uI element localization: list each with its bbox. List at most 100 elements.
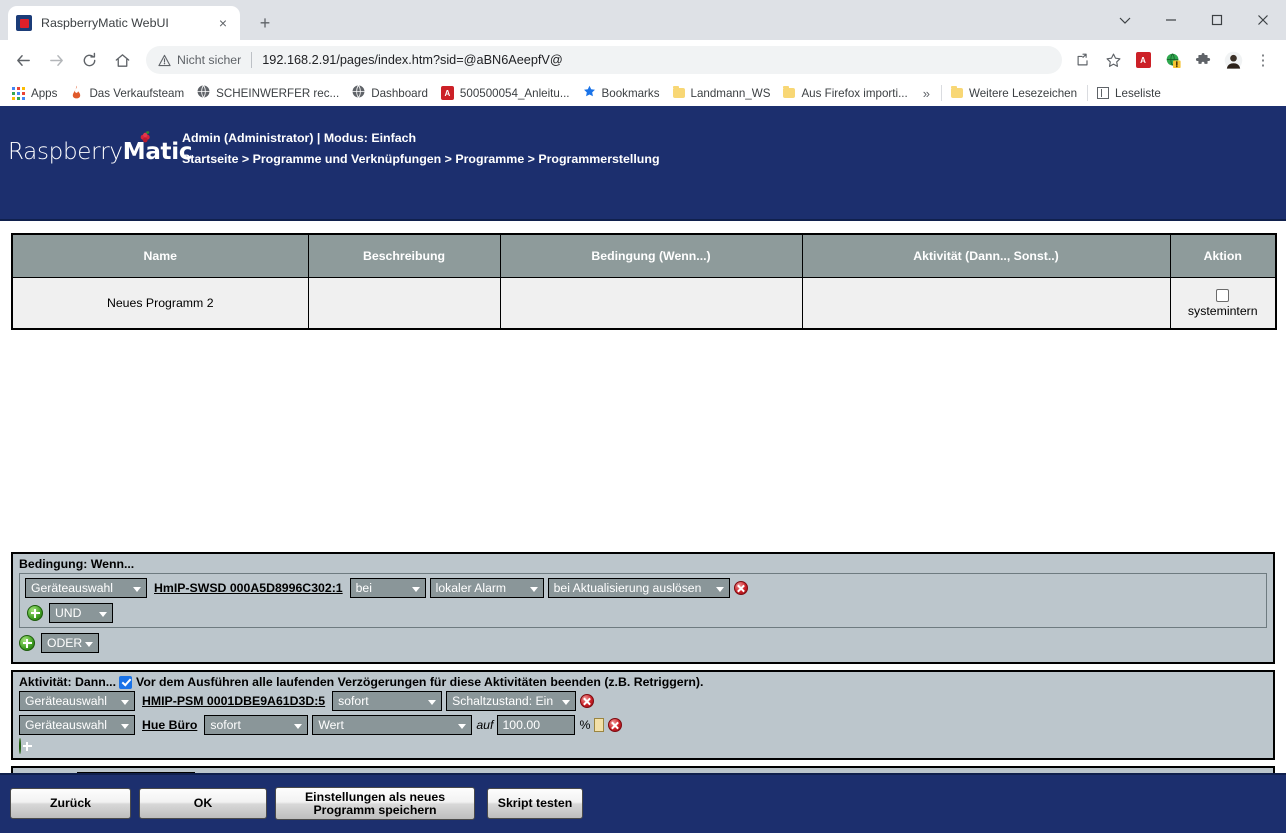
app-header: RaspberryMatic Admin (Administrator) | M…	[0, 106, 1286, 319]
then-value-input[interactable]: 100.00	[497, 715, 576, 735]
condition-channel-select[interactable]: lokaler Alarm	[429, 578, 544, 598]
share-icon[interactable]	[1068, 45, 1098, 75]
pdf-glyph: A	[1135, 52, 1151, 68]
warning-triangle-icon	[158, 54, 171, 67]
bookmark-firefox-import[interactable]: Aus Firefox importi...	[777, 85, 913, 102]
apps-grid-icon	[12, 86, 25, 100]
bookmark-anleitung-pdf[interactable]: A 500500054_Anleitu...	[435, 84, 576, 102]
note-icon[interactable]	[594, 718, 605, 732]
reading-list-icon	[1097, 87, 1110, 99]
bookmark-star-icon[interactable]	[1098, 45, 1128, 75]
bookmark-label: Das Verkaufsteam	[89, 86, 185, 100]
condition-or-select[interactable]: ODER	[41, 633, 99, 653]
minimize-window-icon[interactable]	[1148, 0, 1194, 40]
bookmark-dashboard[interactable]: Dashboard	[346, 83, 434, 103]
bookmark-label: Landmann_WS	[690, 86, 771, 100]
then-delay-select-1[interactable]: sofort	[332, 691, 443, 711]
new-tab-button[interactable]: +	[252, 10, 278, 36]
delete-icon[interactable]	[733, 581, 748, 595]
browser-chrome: RaspberryMatic WebUI × + Nicht sicher 19…	[0, 0, 1286, 106]
browser-tab[interactable]: RaspberryMatic WebUI ×	[8, 6, 240, 40]
then-rows: Geräteauswahl HMIP-PSM 0001DBE9A61D3D:5 …	[13, 691, 1273, 754]
folder-icon	[950, 86, 963, 98]
pdf-extension-icon[interactable]: A	[1128, 45, 1158, 75]
condition-trigger-select[interactable]: bei Aktualisierung auslösen	[547, 578, 730, 598]
bookmark-apps[interactable]: Apps	[6, 85, 63, 102]
bookmark-bookmarks-folder[interactable]: Bookmarks	[577, 83, 666, 103]
maximize-window-icon[interactable]	[1194, 0, 1240, 40]
then-row: Geräteauswahl HMIP-PSM 0001DBE9A61D3D:5 …	[19, 691, 1273, 711]
condition-and-select[interactable]: UND	[49, 603, 113, 623]
condition-operator-select[interactable]: bei	[349, 578, 426, 598]
delete-icon[interactable]	[608, 718, 623, 732]
then-block-title: Aktivität: Dann...	[19, 675, 117, 689]
bookmark-label: Apps	[31, 86, 58, 100]
home-icon[interactable]	[107, 45, 137, 75]
column-header-beschreibung: Beschreibung	[307, 234, 501, 278]
raspberrymatic-logo: RaspberryMatic	[8, 139, 192, 165]
tab-strip: RaspberryMatic WebUI × +	[0, 0, 1286, 40]
cell-program-name[interactable]: Neues Programm 2	[12, 277, 309, 330]
systemintern-label: systemintern	[1187, 303, 1258, 318]
bookmark-landmann-ws[interactable]: Landmann_WS	[667, 85, 777, 102]
close-tab-icon[interactable]: ×	[214, 14, 232, 32]
condition-device-name[interactable]: HmIP-SWSD 000A5D8996C302:1	[151, 581, 346, 595]
profile-avatar-icon[interactable]	[1218, 45, 1248, 75]
condition-inner-box: Geräteauswahl HmIP-SWSD 000A5D8996C302:1…	[19, 573, 1267, 628]
security-indicator[interactable]: Nicht sicher	[158, 53, 241, 67]
then-retrigger-label: Vor dem Ausführen alle laufenden Verzöge…	[136, 675, 704, 689]
close-window-icon[interactable]	[1240, 0, 1286, 40]
back-icon[interactable]	[8, 45, 38, 75]
toolbar-actions: A ⋮	[1068, 45, 1278, 75]
column-header-aktion: Aktion	[1169, 234, 1276, 278]
then-device-name-2[interactable]: Hue Büro	[139, 718, 200, 732]
reload-icon[interactable]	[74, 45, 104, 75]
condition-block: Bedingung: Wenn... Geräteauswahl HmIP-SW…	[11, 552, 1275, 664]
flame-icon	[70, 85, 83, 102]
back-button[interactable]: Zurück	[10, 788, 131, 819]
browser-menu-icon[interactable]: ⋮	[1248, 45, 1278, 75]
bookmarks-divider	[1087, 85, 1089, 101]
column-header-aktivitaet: Aktivität (Dann.., Sonst..)	[801, 234, 1171, 278]
systemintern-checkbox[interactable]	[1216, 288, 1230, 302]
add-icon[interactable]	[19, 635, 35, 651]
folder-icon	[783, 86, 796, 98]
condition-device-select[interactable]: Geräteauswahl	[25, 578, 147, 598]
raspberrymatic-app: RaspberryMatic Admin (Administrator) | M…	[0, 106, 1286, 833]
condition-add-row: UND	[25, 603, 1261, 623]
bookmarks-overflow-icon[interactable]: »	[915, 86, 938, 101]
then-device-name-1[interactable]: HMIP-PSM 0001DBE9A61D3D:5	[139, 694, 328, 708]
bookmark-label: Aus Firefox importi...	[801, 86, 908, 100]
globe-extension-icon[interactable]	[1158, 45, 1188, 75]
bookmark-other-bookmarks[interactable]: Weitere Lesezeichen	[945, 85, 1083, 102]
cell-beschreibung[interactable]	[307, 277, 501, 330]
reading-list-button[interactable]: Leseliste	[1091, 85, 1167, 102]
delete-icon[interactable]	[580, 694, 595, 708]
app-footer: Zurück OK Einstellungen als neues Progra…	[0, 773, 1286, 833]
address-bar[interactable]: Nicht sicher 192.168.2.91/pages/index.ht…	[146, 46, 1062, 74]
forward-icon[interactable]	[41, 45, 71, 75]
then-activity-block: Aktivität: Dann... Vor dem Ausführen all…	[11, 670, 1275, 760]
globe-icon	[197, 85, 210, 101]
ok-button[interactable]: OK	[139, 788, 267, 819]
add-icon[interactable]	[27, 605, 43, 621]
bookmark-label: Weitere Lesezeichen	[968, 86, 1078, 100]
bookmark-label: SCHEINWERFER rec...	[216, 86, 340, 100]
save-as-new-program-button[interactable]: Einstellungen als neues Programm speiche…	[275, 787, 475, 820]
then-device-select-2[interactable]: Geräteauswahl	[19, 715, 135, 735]
extensions-puzzle-icon[interactable]	[1188, 45, 1218, 75]
then-row: Geräteauswahl Hue Büro sofort Wert auf 1…	[19, 715, 1273, 735]
bookmark-verkaufsteam[interactable]: Das Verkaufsteam	[64, 83, 190, 104]
bookmark-scheinwerfer[interactable]: SCHEINWERFER rec...	[191, 83, 345, 103]
then-delay-select-2[interactable]: sofort	[204, 715, 309, 735]
condition-block-title: Bedingung: Wenn...	[19, 557, 135, 571]
add-icon[interactable]	[19, 738, 21, 754]
test-script-button[interactable]: Skript testen	[487, 788, 583, 819]
tab-search-icon[interactable]	[1102, 0, 1148, 40]
then-state-select-1[interactable]: Schaltzustand: Ein	[446, 691, 577, 711]
then-block-header: Aktivität: Dann... Vor dem Ausführen all…	[13, 672, 1273, 691]
then-value-type-select-2[interactable]: Wert	[312, 715, 473, 735]
then-retrigger-checkbox[interactable]	[119, 675, 133, 689]
program-table: Name Beschreibung Bedingung (Wenn...) Ak…	[11, 233, 1277, 330]
then-device-select-1[interactable]: Geräteauswahl	[19, 691, 135, 711]
